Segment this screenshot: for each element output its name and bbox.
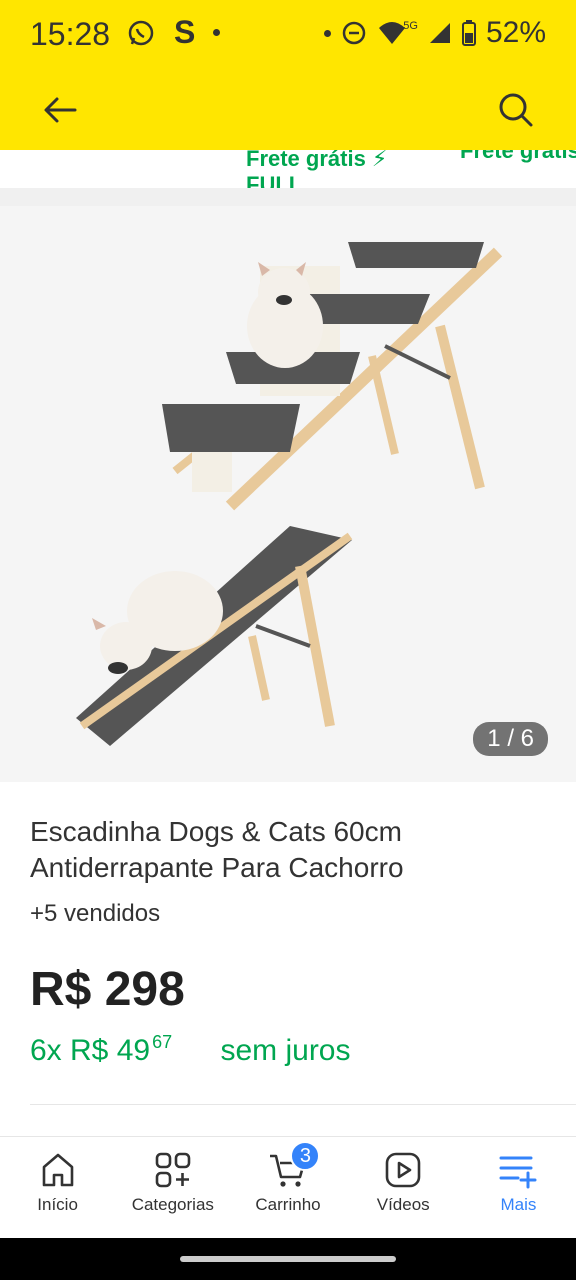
nav-videos[interactable]: Vídeos xyxy=(346,1137,461,1238)
video-icon xyxy=(385,1152,421,1188)
ramp-illustration xyxy=(76,526,353,746)
status-time: 15:28 xyxy=(30,16,111,52)
installments-no-interest: sem juros xyxy=(220,1034,351,1067)
whatsapp-icon xyxy=(128,20,154,45)
system-icons: 5G 52% xyxy=(324,16,546,50)
sold-count: +5 vendidos xyxy=(30,900,161,927)
promo-right: Frete grátis xyxy=(460,150,576,163)
search-icon xyxy=(499,93,533,127)
installments: 6x R$ 49 67 sem juros xyxy=(30,1032,351,1068)
back-button[interactable] xyxy=(36,86,84,134)
nav-more-label: Mais xyxy=(500,1195,537,1214)
dnd-icon xyxy=(343,21,366,45)
nav-categories-label: Categorias xyxy=(131,1195,214,1214)
nav-home[interactable]: Início xyxy=(0,1137,115,1238)
product-price: R$ 298 xyxy=(30,963,185,1016)
nav-cart[interactable]: 3 Carrinho xyxy=(230,1137,345,1238)
info-divider xyxy=(30,1104,576,1105)
nav-videos-label: Vídeos xyxy=(376,1195,430,1214)
home-icon xyxy=(42,1153,73,1187)
arrow-left-icon xyxy=(44,97,77,123)
battery-level: 52% xyxy=(485,16,546,49)
image-counter: 1 / 6 xyxy=(473,722,548,756)
system-navigation-bar xyxy=(0,1238,576,1280)
product-title: Escadinha Dogs & Cats 60cm Antiderrapant… xyxy=(30,816,404,883)
bottom-nav: Início Categorias 3 Carrinho Vídeos Mais xyxy=(0,1136,576,1238)
nav-home-label: Início xyxy=(37,1195,78,1214)
shipping-promo-strip: Frete grátis ⚡ FULL Frete grátis xyxy=(0,150,576,188)
installments-amount: 6x R$ 49 xyxy=(30,1034,151,1067)
stairs-illustration xyxy=(162,242,503,511)
categories-icon xyxy=(155,1152,191,1188)
promo-left: Frete grátis ⚡ FULL xyxy=(246,150,388,188)
status-bar: 15:28 S 5G 52% xyxy=(0,0,576,72)
more-icon xyxy=(499,1156,537,1189)
notification-icons: S xyxy=(126,14,221,51)
search-button[interactable] xyxy=(492,86,540,134)
network-type: 5G xyxy=(403,20,418,32)
product-gallery[interactable]: 1 / 6 xyxy=(0,206,576,782)
signal-icon xyxy=(429,23,450,43)
nav-cart-label: Carrinho xyxy=(255,1195,321,1214)
s-app-icon: S xyxy=(174,14,196,50)
cart-badge: 3 xyxy=(290,1141,321,1171)
battery-icon xyxy=(461,20,476,46)
section-divider xyxy=(0,188,576,206)
installments-cents: 67 xyxy=(152,1032,173,1052)
app-header xyxy=(0,72,576,150)
gesture-handle[interactable] xyxy=(180,1256,396,1262)
nav-more[interactable]: Mais xyxy=(461,1137,576,1238)
dot-icon xyxy=(324,29,332,37)
more-notifications-dot xyxy=(213,29,221,36)
nav-categories[interactable]: Categorias xyxy=(115,1137,230,1238)
product-image xyxy=(76,242,503,746)
